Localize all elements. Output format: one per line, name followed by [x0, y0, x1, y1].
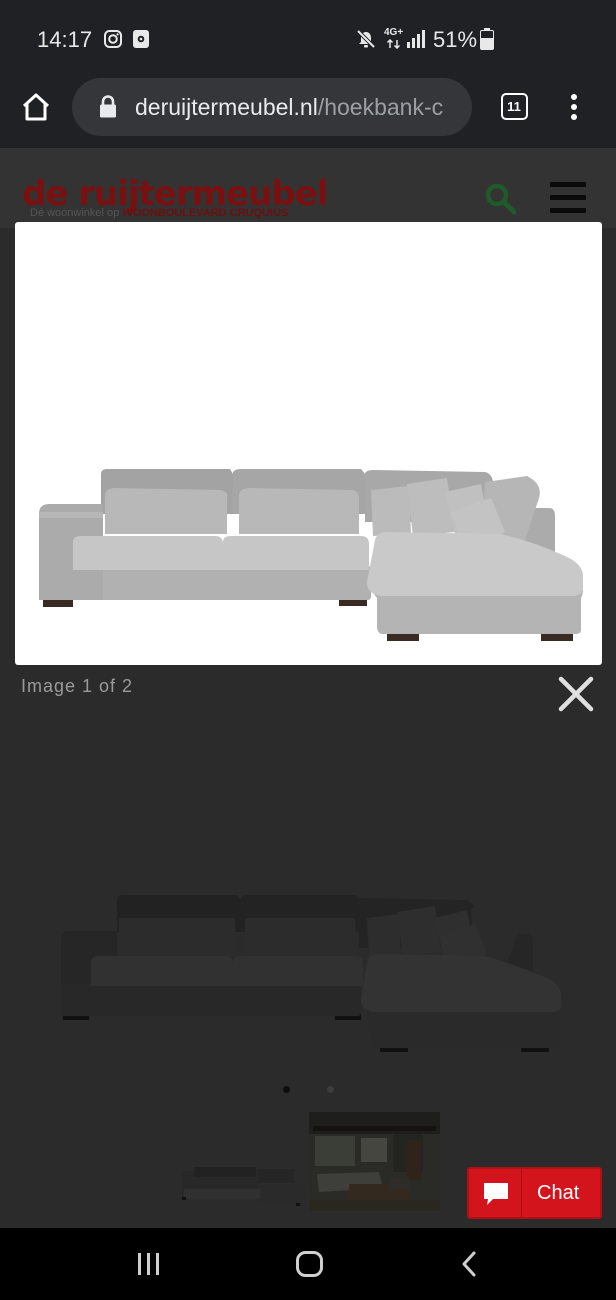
url-path: /hoekbank-c [317, 94, 444, 120]
site-header: de ruijtermeubel Dé woonwinkel op WOONBO… [0, 148, 616, 228]
battery-percent: 51% [433, 27, 478, 52]
screen: 14:17 4G+ 51% deruijtermeubel.nl/hoekban… [0, 0, 616, 1300]
tagline-prefix: Dé woonwinkel op [30, 207, 123, 219]
home-icon[interactable] [20, 92, 52, 122]
product-main-image [61, 895, 561, 1052]
data-arrows-icon [386, 39, 401, 49]
corner-sofa-light-grey [39, 469, 583, 641]
tagline-location: WOONBOULEVARD CRUQUIUS [122, 207, 289, 219]
thumbnail-sofa[interactable] [176, 1161, 308, 1211]
more-icon[interactable] [566, 92, 582, 122]
tab-count: 11 [507, 99, 521, 114]
home-button-icon[interactable] [295, 1250, 325, 1278]
menu-icon[interactable] [549, 180, 587, 216]
chat-button[interactable]: Chat [467, 1167, 602, 1219]
lock-icon [100, 95, 116, 118]
back-icon[interactable] [458, 1250, 480, 1278]
status-time: 14:17 [37, 27, 93, 52]
address-bar[interactable]: deruijtermeubel.nl/hoekbank-c [72, 78, 472, 136]
chat-label: Chat [537, 1182, 580, 1204]
thumbnail-living-room[interactable] [309, 1112, 440, 1211]
chat-divider [521, 1169, 522, 1217]
browser-toolbar: deruijtermeubel.nl/hoekbank-c 11 [0, 78, 616, 148]
chat-bubble-icon [484, 1183, 508, 1205]
lightbox-image[interactable] [15, 222, 602, 665]
battery-icon [480, 28, 494, 50]
status-bar: 14:17 4G+ 51% [0, 0, 616, 78]
search-icon[interactable] [484, 182, 518, 216]
lightbox-caption: Image 1 of 2 [21, 676, 134, 696]
signal-icon [407, 30, 425, 48]
url-text[interactable]: deruijtermeubel.nl/hoekbank-c [135, 94, 443, 121]
system-nav-bar [0, 1228, 616, 1300]
instagram-icon [104, 30, 122, 48]
media-icon [133, 30, 149, 48]
tabs-icon[interactable]: 11 [501, 93, 528, 120]
close-icon[interactable] [554, 672, 598, 716]
url-host: deruijtermeubel.nl [135, 94, 318, 120]
gallery-dot-active[interactable] [283, 1086, 290, 1093]
recent-apps-icon[interactable] [135, 1251, 163, 1277]
gallery-dot[interactable] [327, 1086, 334, 1093]
site-tagline: Dé woonwinkel op WOONBOULEVARD CRUQUIUS [30, 207, 288, 219]
mute-icon [356, 29, 376, 49]
network-type: 4G+ [384, 27, 404, 38]
